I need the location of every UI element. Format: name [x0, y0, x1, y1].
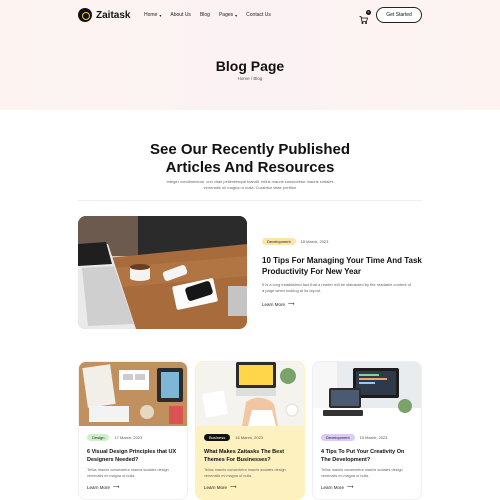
site-header: Zaitask Home ▾ About Us Blog Pages ▾ Con…: [0, 0, 500, 32]
nav-item-about[interactable]: About Us: [170, 12, 191, 18]
get-started-button[interactable]: Get Started: [376, 7, 422, 23]
nav-item-label: Home: [144, 12, 158, 18]
card-title[interactable]: 6 Visual Design Principles that UX Desig…: [87, 448, 181, 464]
card-meta: Design 17 March, 2023: [87, 434, 181, 441]
post-date: 18 March, 2023: [300, 239, 329, 244]
logo[interactable]: Zaitask: [78, 8, 130, 22]
nav-item-label: Contact Us: [246, 12, 271, 18]
post-date: 17 March, 2023: [114, 435, 143, 440]
learn-more-link[interactable]: Learn More ⟶: [204, 484, 298, 490]
learn-more-label: Learn More: [204, 484, 228, 490]
card-excerpt: Tellus mauris consectetur mauris sodales…: [321, 468, 403, 478]
learn-more-label: Learn More: [87, 484, 111, 490]
learn-more-link[interactable]: Learn More ⟶: [262, 301, 294, 307]
main-nav: Home ▾ About Us Blog Pages ▾ Contact Us: [144, 12, 271, 18]
post-date: 15 March, 2023: [359, 435, 388, 440]
section-title-line: See Our Recently Published: [149, 141, 351, 158]
nav-item-contact[interactable]: Contact Us: [246, 12, 271, 18]
card-title[interactable]: 4 Tips To Put Your Creativity On The Dev…: [321, 448, 415, 464]
breadcrumb[interactable]: Home / Blog: [0, 76, 500, 81]
blog-card[interactable]: Development 15 March, 2023 4 Tips To Put…: [312, 361, 422, 500]
learn-more-link[interactable]: Learn More ⟶: [321, 484, 415, 490]
arrow-right-icon: ⟶: [230, 484, 237, 489]
arrow-right-icon: ⟶: [288, 301, 295, 306]
section-title: See Our Recently Published Articles And …: [0, 141, 500, 177]
blog-card[interactable]: Business 16 March, 2023 What Makes Zaita…: [195, 361, 305, 500]
nav-item-home[interactable]: Home ▾: [144, 12, 161, 18]
logo-text: Zaitask: [96, 9, 131, 21]
learn-more-label: Learn More: [321, 484, 345, 490]
card-body: Development 15 March, 2023 4 Tips To Put…: [313, 426, 421, 499]
blog-card[interactable]: Design 17 March, 2023 6 Visual Design Pr…: [78, 361, 188, 500]
card-excerpt: Tellus mauris consectetur mauris sodales…: [87, 468, 169, 478]
divider: [78, 200, 422, 201]
section-title-line: Articles And Resources: [165, 159, 335, 176]
nav-item-label: About Us: [170, 12, 191, 18]
card-image[interactable]: [196, 362, 304, 426]
post-date: 16 March, 2023: [235, 435, 264, 440]
cart-count-badge: 0: [366, 10, 371, 15]
nav-item-pages[interactable]: Pages ▾: [219, 12, 237, 18]
section-subtitle: Integer condimentum, orci vitae pellente…: [166, 179, 334, 190]
nav-item-label: Blog: [199, 12, 210, 18]
card-meta: Development 15 March, 2023: [321, 434, 415, 441]
chevron-down-icon: ▾: [235, 12, 238, 18]
card-meta: Business 16 March, 2023: [204, 434, 298, 441]
featured-image[interactable]: [78, 216, 247, 329]
card-image[interactable]: [79, 362, 187, 426]
page-title: Blog Page: [215, 58, 285, 74]
nav-item-blog[interactable]: Blog: [200, 12, 210, 18]
arrow-right-icon: ⟶: [113, 484, 120, 489]
card-image[interactable]: [313, 362, 421, 426]
learn-more-link[interactable]: Learn More ⟶: [87, 484, 181, 490]
card-title[interactable]: What Makes Zaitasks The Best Themes For …: [204, 448, 298, 464]
chevron-down-icon: ▾: [159, 12, 162, 18]
card-body: Business 16 March, 2023 What Makes Zaita…: [196, 426, 304, 499]
card-excerpt: Tellus mauris consectetur mauris sodales…: [204, 468, 286, 478]
category-badge[interactable]: Design: [87, 434, 110, 441]
category-badge[interactable]: Development: [262, 238, 296, 245]
card-body: Design 17 March, 2023 6 Visual Design Pr…: [79, 426, 187, 499]
category-badge[interactable]: Development: [321, 434, 355, 441]
category-badge[interactable]: Business: [204, 434, 231, 441]
nav-item-label: Pages: [218, 12, 234, 18]
featured-meta: Development 18 March, 2023: [262, 238, 328, 245]
logo-icon: [78, 8, 92, 22]
featured-title[interactable]: 10 Tips For Managing Your Time And Task …: [262, 255, 422, 277]
learn-more-label: Learn More: [262, 301, 286, 307]
arrow-right-icon: ⟶: [347, 484, 354, 489]
featured-excerpt: It is a long established fact that a rea…: [262, 282, 411, 293]
